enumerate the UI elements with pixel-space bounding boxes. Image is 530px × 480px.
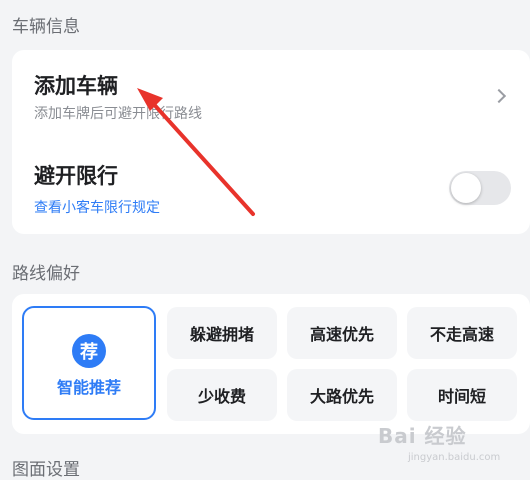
section-title-route: 路线偏好: [12, 264, 80, 284]
pref-less-toll[interactable]: 少收费: [167, 369, 277, 421]
pref-avoid-congestion[interactable]: 躲避拥堵: [167, 307, 277, 359]
add-vehicle-row[interactable]: 添加车辆 添加车牌后可避开限行路线: [12, 50, 530, 142]
section-title-map: 图面设置: [12, 460, 80, 480]
watermark: Bai 经验: [378, 424, 467, 448]
pref-smart-recommend-label: 智能推荐: [56, 378, 121, 397]
toggle-knob: [451, 173, 481, 203]
restriction-rules-link[interactable]: 查看小客车限行规定: [34, 197, 160, 217]
watermark-sub: jingyan.baidu.com: [408, 452, 501, 463]
add-vehicle-subtitle: 添加车牌后可避开限行路线: [34, 106, 202, 122]
avoid-restriction-row: 避开限行 查看小客车限行规定: [12, 146, 530, 234]
avoid-restriction-toggle[interactable]: [449, 171, 511, 205]
add-vehicle-title: 添加车辆: [34, 74, 118, 98]
avoid-restriction-title: 避开限行: [34, 164, 118, 188]
section-title-vehicle: 车辆信息: [12, 17, 80, 37]
pref-no-highway[interactable]: 不走高速: [407, 307, 517, 359]
recommend-badge-icon: 荐: [72, 334, 106, 368]
pref-highway-first[interactable]: 高速优先: [287, 307, 397, 359]
chevron-right-icon: [491, 88, 507, 104]
pref-smart-recommend[interactable]: 荐 智能推荐: [22, 306, 156, 420]
pref-shortest-time[interactable]: 时间短: [407, 369, 517, 421]
vehicle-card: 添加车辆 添加车牌后可避开限行路线 避开限行 查看小客车限行规定: [12, 50, 530, 234]
pref-main-road-first[interactable]: 大路优先: [287, 369, 397, 421]
